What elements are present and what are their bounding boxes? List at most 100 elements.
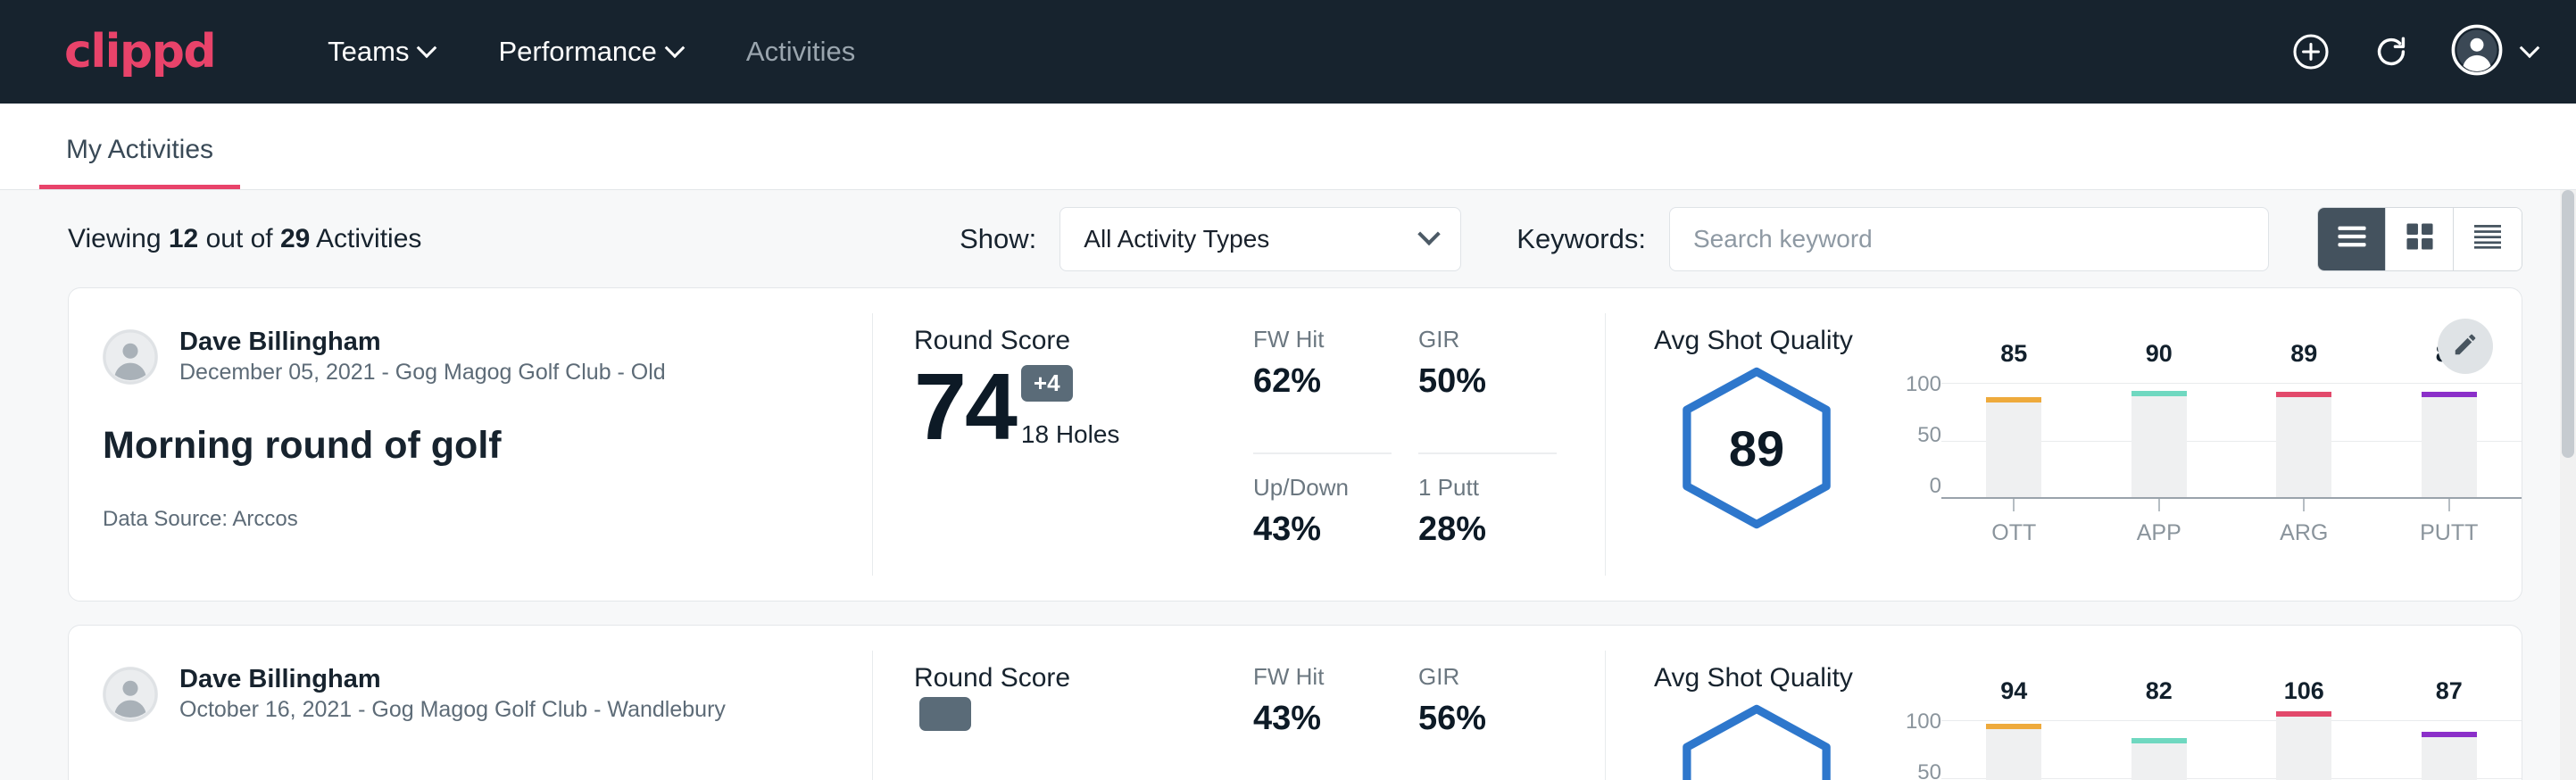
chart-y-axis: 100 50 0 [1891, 372, 1941, 499]
bar-app-value: 90 [2146, 340, 2173, 368]
bar-ott-rect [1986, 724, 2041, 780]
page-scrollbar[interactable] [2560, 190, 2576, 780]
x-label-ott: OTT [1941, 499, 2087, 546]
shot-quality-overall-value: 89 [1729, 419, 1784, 477]
chart-baseline [1941, 497, 2522, 499]
y-tick-0: 0 [1930, 474, 1941, 499]
chart-grid: 85 90 [1941, 372, 2522, 499]
pencil-icon [2452, 331, 2479, 362]
search-input[interactable]: Search keyword [1669, 207, 2269, 271]
bar-app: 82 [2087, 709, 2232, 780]
stat-up-down-value: 43% [1253, 510, 1392, 549]
chevron-down-icon [2520, 37, 2540, 58]
viewing-mid: out of [198, 224, 280, 253]
stat-up-down: Up/Down 43% [1253, 474, 1392, 601]
stat-gir-value: 56% [1418, 700, 1557, 738]
stat-one-putt-label: 1 Putt [1418, 474, 1557, 502]
nav-item-performance[interactable]: Performance [466, 36, 713, 68]
nav-item-activities[interactable]: Activities [714, 36, 887, 68]
viewing-total: 29 [280, 224, 310, 253]
activity-type-select[interactable]: All Activity Types [1059, 207, 1461, 271]
score-to-par-badge [919, 697, 971, 731]
x-label-putt: PUTT [2377, 499, 2522, 546]
chart-bars: 85 90 [1941, 372, 2522, 497]
viewing-count-text: Viewing 12 out of 29 Activities [68, 224, 421, 254]
tab-my-activities[interactable]: My Activities [39, 135, 240, 189]
bar-arg: 106 [2231, 709, 2377, 780]
activity-player-name: Dave Billingham [179, 326, 666, 358]
clippd-logo[interactable]: clippd [64, 25, 215, 79]
viewing-suffix: Activities [310, 224, 421, 253]
bar-ott-rect [1986, 397, 2041, 497]
round-score-block: Round Score [914, 663, 1253, 780]
detail-view-button[interactable] [2454, 208, 2522, 270]
list-icon [2337, 225, 2367, 253]
avatar [103, 329, 158, 385]
chevron-down-icon [1418, 222, 1441, 245]
x-tick-icon [2158, 499, 2160, 511]
bar-ott-cap [1986, 724, 2041, 729]
activity-player-text: Dave Billingham October 16, 2021 - Gog M… [179, 663, 726, 726]
stat-gir-label: GIR [1418, 326, 1557, 353]
plus-circle-icon[interactable] [2290, 31, 2331, 72]
stat-up-down-label: Up/Down [1253, 474, 1392, 502]
bar-arg-rect [2276, 711, 2331, 780]
activity-type-select-value: All Activity Types [1084, 225, 1269, 253]
filter-controls: Show: All Activity Types Keywords: Searc… [960, 207, 2522, 271]
chart-plot-area: 85 90 [1941, 372, 2522, 546]
activity-player-meta: October 16, 2021 - Gog Magog Golf Club -… [179, 695, 726, 726]
x-tick-icon [2448, 499, 2450, 511]
activity-score-section: Round Score FW Hit 43% GIR 56% [873, 626, 1557, 780]
round-score-row: 74 +4 18 Holes [914, 360, 1253, 454]
chevron-down-icon [665, 37, 686, 58]
nav-item-teams[interactable]: Teams [295, 36, 466, 68]
x-label-putt-text: PUTT [2420, 520, 2478, 546]
nav-item-teams-label: Teams [328, 36, 409, 68]
bar-app-rect [2131, 391, 2187, 497]
bar-app-cap [2131, 738, 2187, 743]
filter-toolbar: Viewing 12 out of 29 Activities Show: Al… [0, 190, 2576, 287]
bar-putt-value: 87 [2436, 677, 2463, 705]
edit-activity-button[interactable] [2438, 319, 2493, 374]
activity-stats-grid: FW Hit 43% GIR 56% Up/Down 1 Putt [1253, 663, 1557, 780]
detail-list-icon [2472, 223, 2503, 254]
round-score-label: Round Score [914, 663, 1253, 693]
activity-card-list: Dave Billingham December 05, 2021 - Gog … [0, 287, 2576, 780]
round-score-label: Round Score [914, 326, 1253, 356]
account-menu[interactable] [2451, 24, 2537, 80]
activity-player-name: Dave Billingham [179, 663, 726, 695]
view-mode-toggle [2317, 207, 2522, 271]
bar-putt-rect [2422, 732, 2477, 780]
avg-shot-quality-body: 89 100 50 0 [1654, 365, 2522, 546]
refresh-icon[interactable] [2371, 31, 2412, 72]
y-tick-100: 100 [1906, 709, 1941, 734]
chart-bars: 94 82 [1941, 709, 2522, 780]
activity-title: Morning round of golf [103, 424, 872, 468]
grid-view-button[interactable] [2386, 208, 2454, 270]
activity-card[interactable]: Dave Billingham October 16, 2021 - Gog M… [68, 625, 2522, 780]
activity-player-meta: December 05, 2021 - Gog Magog Golf Club … [179, 358, 666, 388]
activity-card-summary: Dave Billingham December 05, 2021 - Gog … [69, 288, 872, 601]
bar-ott-cap [1986, 397, 2041, 402]
bar-ott-value: 94 [2000, 677, 2027, 705]
chart-x-axis: OTT APP ARG [1941, 499, 2522, 546]
activity-card[interactable]: Dave Billingham December 05, 2021 - Gog … [68, 287, 2522, 602]
stat-fw-hit: FW Hit 43% [1253, 663, 1392, 780]
bar-arg-value: 106 [2284, 677, 2324, 705]
bar-putt-rect [2422, 392, 2477, 497]
stat-fw-hit-label: FW Hit [1253, 326, 1392, 353]
bar-ott-value: 85 [2000, 340, 2027, 368]
shot-quality-bar-chart: 100 50 0 94 [1891, 709, 2522, 780]
round-score-block: Round Score 74 +4 18 Holes [914, 326, 1253, 601]
avg-shot-quality-label: Avg Shot Quality [1654, 663, 2522, 693]
account-avatar-icon [2451, 24, 2503, 80]
shot-quality-hexagon [1654, 702, 1859, 780]
avg-shot-quality-section: Avg Shot Quality 100 50 0 [1606, 626, 2522, 780]
bar-app-cap [2131, 391, 2187, 396]
bar-app-rect [2131, 738, 2187, 780]
scrollbar-thumb[interactable] [2562, 190, 2574, 458]
list-view-button[interactable] [2318, 208, 2386, 270]
keywords-label: Keywords: [1517, 223, 1646, 255]
viewing-count: 12 [169, 224, 198, 253]
activity-player-text: Dave Billingham December 05, 2021 - Gog … [179, 326, 666, 388]
